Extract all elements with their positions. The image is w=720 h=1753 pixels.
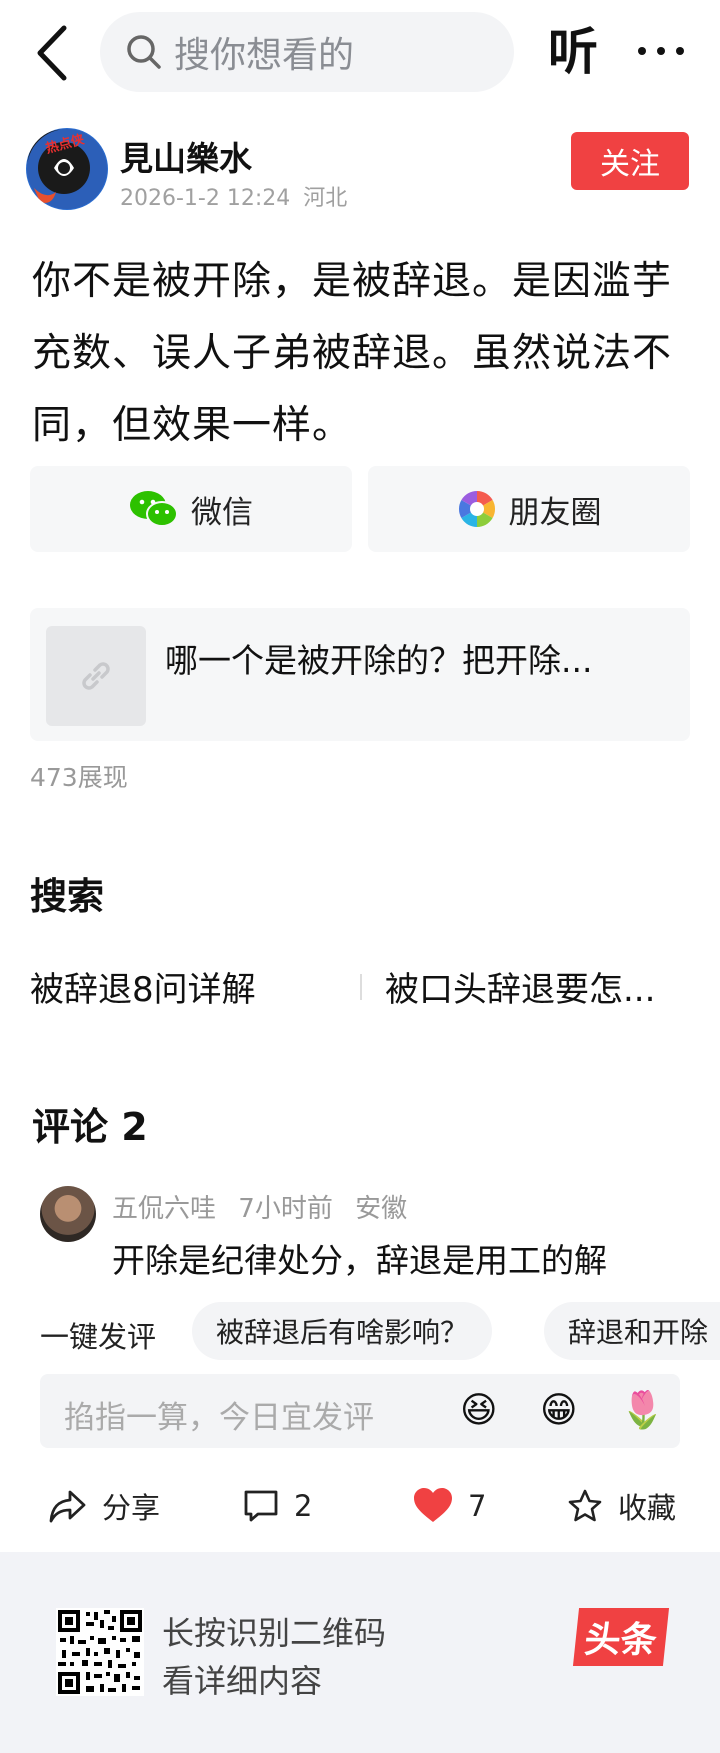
listen-button[interactable]: 听: [548, 20, 598, 84]
share-wechat-button[interactable]: 微信: [30, 466, 352, 552]
comment-location: 安徽: [355, 1194, 408, 1224]
link-card[interactable]: 哪一个是被开除的？把开除...: [30, 608, 690, 741]
share-moments-button[interactable]: 朋友圈: [368, 466, 690, 552]
share-label: 分享: [102, 1491, 161, 1525]
comments-heading: 评论 2: [32, 1105, 148, 1149]
comment-text[interactable]: 开除是纪律处分，辞退是用工的解: [112, 1234, 607, 1282]
moments-icon: [458, 491, 495, 527]
comment-input[interactable]: 掐指一算，今日宜发评 😆 😁 🌷: [40, 1374, 680, 1448]
share-action[interactable]: 分享: [48, 1478, 160, 1534]
post-meta: 2026-1-2 12:24 河北: [120, 180, 347, 212]
author-name[interactable]: 見山樂水: [120, 132, 252, 180]
quick-comment-chip[interactable]: 被辞退后有啥影响？: [192, 1302, 493, 1360]
link-icon: [82, 662, 110, 690]
comment-count: 2: [294, 1489, 313, 1523]
qr-code-icon[interactable]: [56, 1608, 144, 1696]
comment-time: 7小时前: [238, 1194, 333, 1224]
footer-line-1: 长按识别二维码: [162, 1614, 387, 1652]
impressions-count: 473展现: [30, 763, 128, 792]
search-placeholder: 搜你想看的: [174, 35, 355, 76]
search-section-heading: 搜索: [30, 875, 104, 918]
share-moments-label: 朋友圈: [508, 494, 602, 531]
comment-meta: 五侃六哇 7小时前 安徽: [112, 1188, 407, 1225]
post-text: 你不是被开除，是被辞退。是因滥芋充数、误人子弟被辞退。虽然说法不同，但效果一样。: [32, 259, 673, 448]
heart-icon: [414, 1488, 452, 1522]
avatar-image: 热点侠: [27, 129, 107, 209]
post-time: 2026-1-2 12:24: [120, 186, 291, 211]
commenter-avatar[interactable]: [40, 1186, 96, 1242]
divider: [360, 974, 362, 1000]
like-action[interactable]: 7: [412, 1478, 486, 1534]
star-icon: [568, 1489, 602, 1522]
flower-emoji-icon[interactable]: 🌷: [620, 1388, 665, 1434]
link-thumbnail: [46, 626, 146, 726]
author-avatar[interactable]: 热点侠: [26, 128, 108, 210]
footer-banner: 长按识别二维码 看详细内容 头条: [0, 1552, 720, 1753]
back-arrow-icon[interactable]: [30, 22, 74, 84]
post-location: 河北: [303, 186, 348, 211]
quick-comment-label: 一键发评: [40, 1320, 157, 1354]
like-count: 7: [468, 1489, 487, 1523]
search-suggestion[interactable]: 被口头辞退要怎...: [385, 962, 655, 1011]
share-wechat-label: 微信: [191, 494, 253, 531]
comment-bubble-icon: [244, 1490, 278, 1522]
footer-line-2: 看详细内容: [162, 1662, 323, 1700]
favorite-label: 收藏: [618, 1491, 677, 1525]
link-card-title: 哪一个是被开除的？把开除...: [165, 641, 593, 680]
quick-comment-chip[interactable]: 辞退和开除: [544, 1302, 720, 1360]
favorite-action[interactable]: 收藏: [566, 1478, 676, 1534]
search-bar[interactable]: 搜你想看的: [100, 12, 514, 92]
more-icon[interactable]: [634, 28, 688, 74]
search-suggestion[interactable]: 被辞退8问详解: [30, 962, 256, 1011]
share-arrow-icon: [49, 1490, 86, 1523]
toutiao-logo: 头条: [572, 1608, 670, 1666]
laughing-emoji-icon[interactable]: 😆: [460, 1388, 498, 1434]
comment-input-placeholder: 掐指一算，今日宜发评: [64, 1400, 374, 1436]
search-icon: [127, 35, 161, 69]
comment-action[interactable]: 2: [242, 1478, 312, 1534]
commenter-name[interactable]: 五侃六哇: [112, 1194, 216, 1224]
follow-button[interactable]: 关注: [571, 132, 689, 190]
wechat-icon: [130, 491, 178, 527]
grinning-emoji-icon[interactable]: 😁: [540, 1388, 578, 1434]
